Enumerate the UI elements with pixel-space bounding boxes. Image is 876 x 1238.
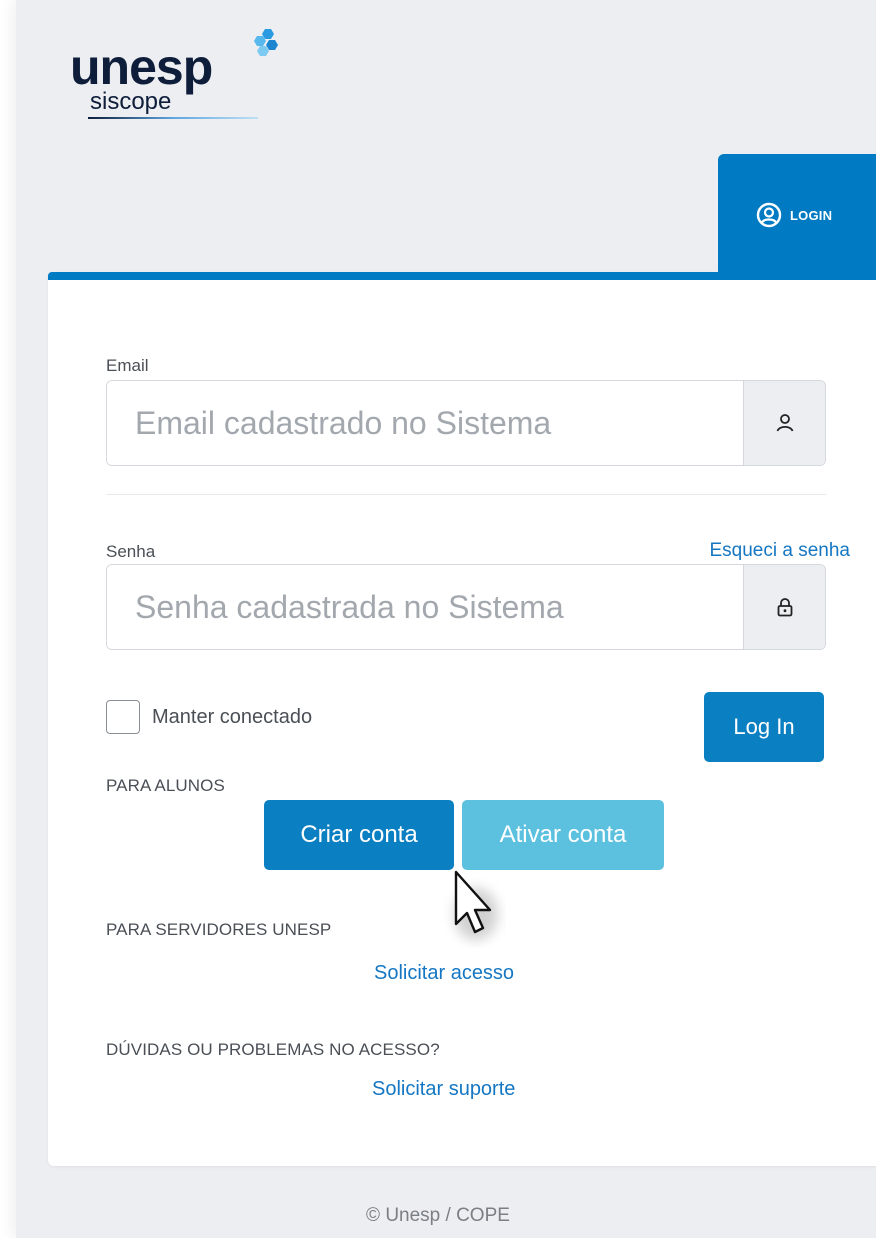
request-access-link[interactable]: Solicitar acesso — [374, 962, 514, 985]
forgot-password-link[interactable]: Esqueci a senha — [710, 540, 851, 562]
email-input[interactable] — [107, 381, 743, 465]
request-support-link[interactable]: Solicitar suporte — [372, 1078, 515, 1101]
activate-account-button[interactable]: Ativar conta — [462, 800, 664, 870]
email-input-group — [106, 380, 826, 466]
help-heading: DÚVIDAS OU PROBLEMAS NO ACESSO? — [106, 1040, 440, 1059]
user-circle-icon — [756, 202, 782, 228]
remember-checkbox[interactable] — [106, 700, 140, 734]
create-account-button[interactable]: Criar conta — [264, 800, 454, 870]
brand-product: siscope — [90, 88, 172, 115]
login-button[interactable]: Log In — [704, 692, 824, 762]
tab-login[interactable]: LOGIN — [718, 154, 876, 276]
mouse-pointer-icon — [454, 870, 498, 940]
brand-logo[interactable]: unesp siscope — [54, 28, 294, 128]
students-heading: PARA ALUNOS — [106, 776, 225, 795]
password-addon — [743, 565, 825, 649]
password-label: Senha — [106, 542, 156, 561]
footer-copyright: © Unesp / COPE — [366, 1205, 510, 1226]
remember-me[interactable]: Manter conectado — [106, 700, 312, 734]
email-addon — [743, 381, 825, 465]
unesp-mark-icon — [254, 29, 278, 56]
brand-name: unesp — [70, 39, 213, 95]
staff-heading: PARA SERVIDORES UNESP — [106, 920, 332, 939]
page-background: unesp siscope LOGIN Email Email cadastra… — [16, 0, 876, 1238]
lock-icon — [777, 598, 792, 617]
user-icon — [776, 414, 793, 432]
email-label: Email — [106, 356, 149, 375]
password-input[interactable] — [107, 565, 743, 649]
remember-label: Manter conectado — [152, 705, 313, 728]
password-input-group — [106, 564, 826, 650]
logo-underline — [88, 117, 258, 119]
tab-login-label: LOGIN — [790, 207, 833, 223]
screen: unesp siscope LOGIN Email Email cadastra… — [0, 0, 876, 1238]
login-card: Email Senha Esqueci a senha — [48, 272, 876, 1166]
form-divider — [106, 494, 826, 495]
